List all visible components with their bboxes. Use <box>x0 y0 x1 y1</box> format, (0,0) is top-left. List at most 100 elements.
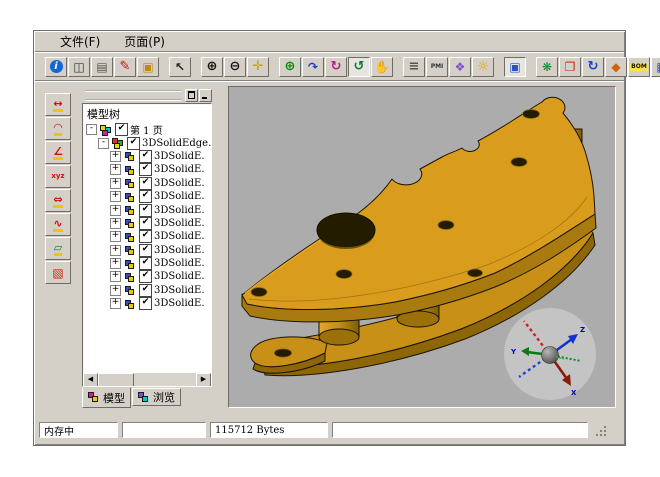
tree-row-part[interactable]: + ✔ 3DSolidE. <box>83 203 211 216</box>
screen-button[interactable]: ▣ <box>504 57 526 77</box>
expand-icon[interactable]: + <box>110 178 121 189</box>
part-checkbox[interactable]: ✔ <box>139 177 152 190</box>
tree-part-label[interactable]: 3DSolidE. <box>154 151 205 162</box>
bom-button[interactable]: BOM <box>628 57 650 77</box>
tree-part-label[interactable]: 3DSolidE. <box>154 191 205 202</box>
tree-row-part[interactable]: + ✔ 3DSolidE. <box>83 177 211 190</box>
tree-part-label[interactable]: 3DSolidE. <box>154 258 205 269</box>
tree-row-part[interactable]: + ✔ 3DSolidE. <box>83 217 211 230</box>
tree-row-part[interactable]: + ✔ 3DSolidE. <box>83 244 211 257</box>
zoom-in-button[interactable]: ⊕ <box>201 57 223 77</box>
pan-cross-button[interactable]: ✛ <box>247 57 269 77</box>
eraser-button[interactable]: ◆ <box>605 57 627 77</box>
part-checkbox[interactable]: ✔ <box>139 230 152 243</box>
tree-horizontal-scrollbar[interactable]: ◀ ▶ <box>83 372 211 386</box>
panel-hide-button[interactable] <box>199 89 212 102</box>
tree-page-label[interactable]: 第 1 页 <box>130 122 163 137</box>
export-key-button[interactable]: ▣ <box>137 57 159 77</box>
part-checkbox[interactable]: ✔ <box>139 150 152 163</box>
tree-row-part[interactable]: + ✔ 3DSolidE. <box>83 257 211 270</box>
coordinate-xyz-button[interactable]: xyz <box>45 165 71 188</box>
tree-part-label[interactable]: 3DSolidE. <box>154 205 205 216</box>
tree-part-label[interactable]: 3DSolidE. <box>154 218 205 229</box>
part-checkbox[interactable]: ✔ <box>139 204 152 217</box>
expand-icon[interactable]: + <box>110 285 121 296</box>
orientation-gizmo[interactable]: Z X Y <box>504 308 596 400</box>
tree-row-assembly[interactable]: - ✔ 3DSolidEdge. <box>83 136 211 149</box>
tree-part-label[interactable]: 3DSolidE. <box>154 285 205 296</box>
scrollbar-thumb[interactable] <box>98 373 134 387</box>
tree-row-part[interactable]: + ✔ 3DSolidE. <box>83 190 211 203</box>
select-cursor-button[interactable]: ↖ <box>169 57 191 77</box>
panel-grip[interactable] <box>85 90 181 101</box>
expand-icon[interactable]: + <box>110 151 121 162</box>
info-button[interactable]: i <box>45 57 67 77</box>
orbit-button[interactable]: ↷ <box>302 57 324 77</box>
collapse-icon[interactable]: - <box>86 124 97 135</box>
collapse-icon[interactable]: - <box>98 138 109 149</box>
resize-grip[interactable] <box>594 424 607 437</box>
tab-browse[interactable]: 浏览 <box>132 388 181 406</box>
measure-curve-button[interactable]: ∿ <box>45 213 71 236</box>
layers-button[interactable]: ≡ <box>403 57 425 77</box>
shade-cube-button[interactable]: ❖ <box>449 57 471 77</box>
panel-float-button[interactable] <box>185 89 198 102</box>
part-checkbox[interactable]: ✔ <box>139 284 152 297</box>
expand-icon[interactable]: + <box>110 245 121 256</box>
expand-icon[interactable]: + <box>110 164 121 175</box>
tree-row-part[interactable]: + ✔ 3DSolidE. <box>83 284 211 297</box>
tree-part-label[interactable]: 3DSolidE. <box>154 164 205 175</box>
table-find-button[interactable]: ▦ <box>651 57 660 77</box>
light-button[interactable]: ☼ <box>472 57 494 77</box>
assembly-checkbox[interactable]: ✔ <box>127 137 140 150</box>
tree-row-part[interactable]: + ✔ 3DSolidE. <box>83 150 211 163</box>
scroll-right-icon[interactable]: ▶ <box>196 373 211 387</box>
measure-radius-button[interactable]: ◠ <box>45 117 71 140</box>
tree-row-part[interactable]: + ✔ 3DSolidE. <box>83 270 211 283</box>
part-checkbox[interactable]: ✔ <box>139 163 152 176</box>
zoom-window-button[interactable]: ⊕ <box>279 57 301 77</box>
part-checkbox[interactable]: ✔ <box>139 270 152 283</box>
tree-part-label[interactable]: 3DSolidE. <box>154 231 205 242</box>
expand-icon[interactable]: + <box>110 271 121 282</box>
window-layout-button[interactable]: ❐ <box>559 57 581 77</box>
page-checkbox[interactable]: ✔ <box>115 123 128 136</box>
measure-angle-button[interactable]: ∠ <box>45 141 71 164</box>
rotate-view-button[interactable]: ↻ <box>325 57 347 77</box>
measure-distance-button[interactable]: ⇔ <box>45 189 71 212</box>
tree-row-part[interactable]: + ✔ 3DSolidE. <box>83 297 211 310</box>
expand-icon[interactable]: + <box>110 191 121 202</box>
tree-row-part[interactable]: + ✔ 3DSolidE. <box>83 230 211 243</box>
pmi-button[interactable]: PMI <box>426 57 448 77</box>
part-checkbox[interactable]: ✔ <box>139 217 152 230</box>
cad-model-canvas[interactable]: Z X Y <box>229 87 613 405</box>
tree-part-label[interactable]: 3DSolidE. <box>154 178 205 189</box>
part-checkbox[interactable]: ✔ <box>139 190 152 203</box>
tree-part-label[interactable]: 3DSolidE. <box>154 245 205 256</box>
tree-part-label[interactable]: 3DSolidE. <box>154 298 205 309</box>
panel-header[interactable] <box>82 89 212 102</box>
menu-file[interactable]: 文件(F) <box>58 32 102 51</box>
part-checkbox[interactable]: ✔ <box>139 297 152 310</box>
refresh-button[interactable]: ↺ <box>348 57 370 77</box>
scroll-left-icon[interactable]: ◀ <box>83 373 98 387</box>
measure-length-button[interactable]: ↔ <box>45 93 71 116</box>
tree-assembly-label[interactable]: 3DSolidEdge. <box>142 138 211 149</box>
expand-icon[interactable]: + <box>110 218 121 229</box>
viewport-3d[interactable]: Z X Y <box>228 86 616 408</box>
tab-model[interactable]: 模型 <box>82 387 131 408</box>
expand-icon[interactable]: + <box>110 298 121 309</box>
annotate-pen-button[interactable]: ✎ <box>114 57 136 77</box>
expand-icon[interactable]: + <box>110 231 121 242</box>
measure-volume-button[interactable]: ▧ <box>45 261 71 284</box>
tree-part-label[interactable]: 3DSolidE. <box>154 271 205 282</box>
expand-icon[interactable]: + <box>110 205 121 216</box>
zoom-out-button[interactable]: ⊖ <box>224 57 246 77</box>
print-button[interactable]: ▤ <box>91 57 113 77</box>
assembly-tree-button[interactable]: ❋ <box>536 57 558 77</box>
part-checkbox[interactable]: ✔ <box>139 244 152 257</box>
expand-icon[interactable]: + <box>110 258 121 269</box>
tree-row-part[interactable]: + ✔ 3DSolidE. <box>83 163 211 176</box>
part-checkbox[interactable]: ✔ <box>139 257 152 270</box>
print-preview-button[interactable]: ◫ <box>68 57 90 77</box>
